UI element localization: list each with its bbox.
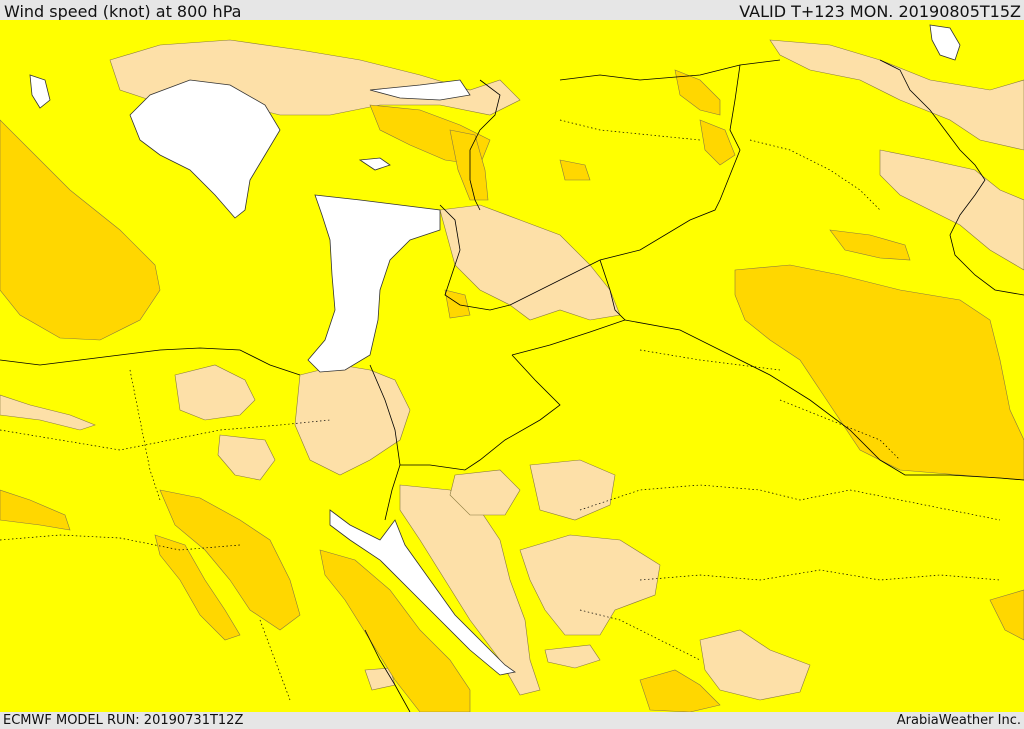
wind-speed-map [0, 20, 1024, 712]
valid-time: VALID T+123 MON. 20190805T15Z [739, 2, 1021, 21]
model-run: ECMWF MODEL RUN: 20190731T12Z [3, 713, 244, 728]
brand-credit: ArabiaWeather Inc. [896, 713, 1021, 728]
map-title: Wind speed (knot) at 800 hPa [4, 2, 242, 21]
header-bar: Wind speed (knot) at 800 hPa VALID T+123… [0, 0, 1024, 21]
footer-bar: ECMWF MODEL RUN: 20190731T12Z ArabiaWeat… [0, 712, 1024, 729]
